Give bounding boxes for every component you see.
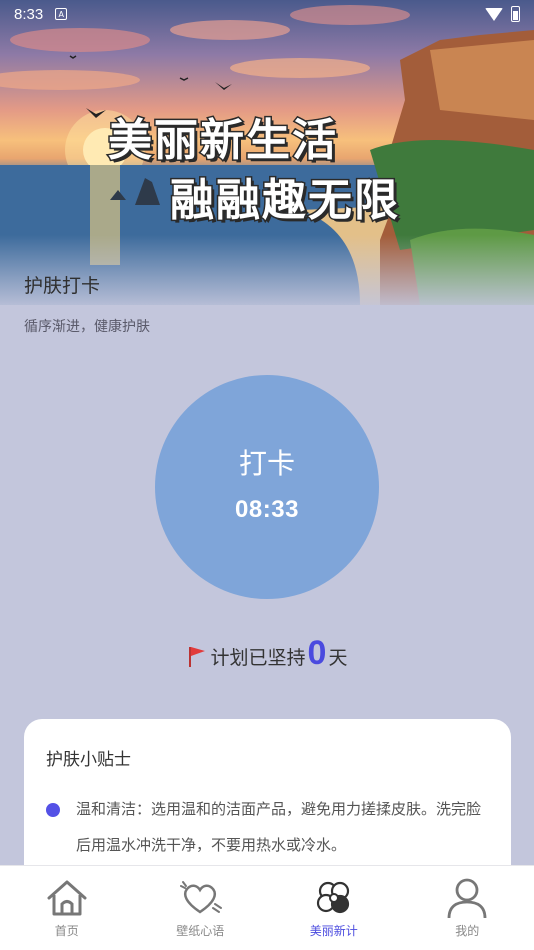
flower-icon	[311, 876, 357, 920]
nav-label-profile: 我的	[455, 924, 480, 938]
page-title: 护肤打卡	[24, 275, 101, 297]
nav-label-beauty-plan: 美丽新计	[309, 924, 358, 938]
status-bar: 8:33 A	[0, 0, 534, 28]
wifi-icon	[485, 7, 503, 21]
page-subtitle: 循序渐进，健康护肤	[24, 319, 150, 335]
tips-title: 护肤小贴士	[46, 750, 131, 770]
tip-item: 温和清洁：选用温和的洁面产品，避免用力搓揉皮肤。洗完脸后用温水冲洗干净，不要用热…	[46, 800, 489, 863]
streak-prefix: 计划已坚持	[210, 647, 306, 669]
notification-icon: A	[55, 8, 68, 20]
nav-item-home[interactable]: 首页	[0, 866, 134, 950]
checkin-button[interactable]: 打卡 08:33	[155, 375, 379, 599]
hero-banner: 美丽新生活 融融趣无限	[0, 0, 534, 305]
streak-display: 计划已坚持 0 天	[0, 634, 534, 673]
tip-text: 温和清洁：选用温和的洁面产品，避免用力搓揉皮肤。洗完脸后用温水冲洗干净，不要用热…	[76, 800, 482, 854]
bottom-nav: 首页 壁纸心语 美丽新计 我的	[0, 865, 534, 950]
nav-item-beauty-plan[interactable]: 美丽新计	[267, 866, 401, 950]
heart-icon	[177, 876, 223, 920]
checkin-label: 打卡	[238, 447, 295, 480]
checkin-time: 08:33	[235, 496, 299, 523]
flag-icon	[188, 647, 205, 667]
banner-text-line2: 融融趣无限	[169, 174, 400, 228]
nav-label-wallpaper: 壁纸心语	[176, 924, 225, 938]
user-icon	[444, 876, 490, 920]
status-time: 8:33	[14, 5, 44, 23]
battery-icon	[511, 6, 520, 22]
streak-suffix: 天	[328, 647, 348, 669]
streak-count: 0	[307, 634, 327, 672]
bullet-dot-icon	[46, 803, 60, 817]
banner-text-line1: 美丽新生活	[107, 114, 338, 168]
home-icon	[44, 876, 90, 920]
nav-label-home: 首页	[54, 924, 79, 938]
nav-item-wallpaper[interactable]: 壁纸心语	[134, 866, 268, 950]
nav-item-profile[interactable]: 我的	[401, 866, 534, 950]
